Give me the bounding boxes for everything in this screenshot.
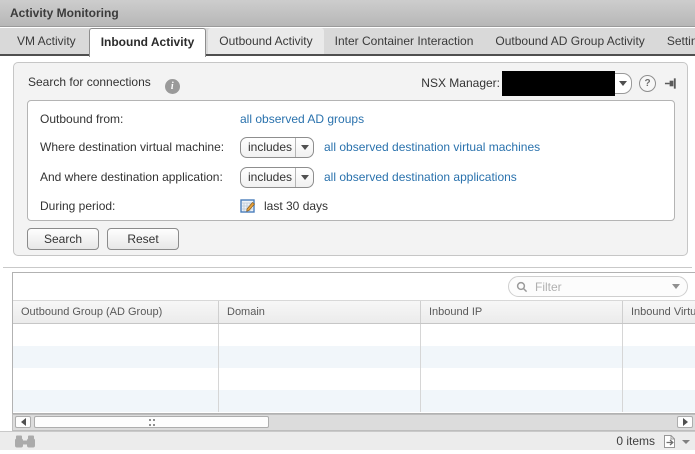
pin-icon[interactable] — [664, 76, 679, 91]
tab-strip: VM Activity Inbound Activity Outbound Ac… — [0, 28, 695, 57]
criteria-row-destination-vm: Where destination virtual machine: inclu… — [40, 135, 666, 159]
results-grid: Outbound Group (AD Group) Domain Inbound… — [12, 272, 695, 414]
horizontal-scrollbar[interactable] — [12, 414, 695, 431]
destination-vm-operator-select[interactable]: includes — [240, 136, 314, 158]
nsx-manager-dropdown-button[interactable] — [613, 73, 631, 93]
page-title: Activity Monitoring — [10, 6, 119, 20]
grid-toolbar — [13, 273, 695, 300]
binoculars-find-icon[interactable] — [14, 434, 36, 453]
export-dropdown-icon[interactable] — [682, 440, 690, 444]
scroll-left-button[interactable] — [15, 416, 31, 428]
destination-vm-operator-value: includes — [248, 140, 293, 154]
tab-outbound-activity[interactable]: Outbound Activity — [208, 28, 324, 54]
outbound-from-link[interactable]: all observed AD groups — [240, 112, 364, 126]
tab-settings[interactable]: Settings — [656, 28, 695, 54]
period-label: During period: — [40, 199, 116, 213]
panel-divider — [3, 267, 692, 268]
scroll-right-button[interactable] — [677, 416, 693, 428]
info-icon[interactable]: i — [164, 79, 180, 94]
tab-outbound-ad-group-activity[interactable]: Outbound AD Group Activity — [484, 28, 655, 54]
filter-input[interactable] — [533, 278, 672, 295]
table-row — [13, 368, 695, 390]
search-icon — [516, 281, 528, 292]
tab-inter-container-interaction[interactable]: Inter Container Interaction — [324, 28, 485, 54]
period-value: last 30 days — [264, 199, 329, 213]
destination-vm-link[interactable]: all observed destination virtual machine… — [324, 140, 540, 154]
redaction-overlay — [502, 70, 615, 96]
search-panel-header: Search for connections i NSX Manager: ? — [28, 70, 679, 96]
nsx-manager-group: NSX Manager: ? — [421, 70, 679, 96]
scrollbar-thumb[interactable] — [34, 416, 269, 428]
column-header-outbound-group[interactable]: Outbound Group (AD Group) — [13, 301, 219, 323]
grid-header-row: Outbound Group (AD Group) Domain Inbound… — [13, 300, 695, 324]
nsx-manager-select[interactable] — [502, 70, 632, 96]
chevron-down-icon — [295, 167, 313, 187]
column-header-domain[interactable]: Domain — [219, 301, 421, 323]
arrow-left-icon — [20, 418, 26, 426]
export-icon[interactable] — [662, 434, 677, 454]
search-connections-panel: Search for connections i NSX Manager: ? O… — [13, 62, 688, 256]
destination-app-operator-value: includes — [248, 170, 293, 184]
search-criteria-box: Outbound from: all observed AD groups Wh… — [27, 100, 675, 221]
reset-button[interactable]: Reset — [107, 228, 179, 250]
calendar-edit-icon[interactable] — [240, 198, 256, 214]
tab-inbound-activity[interactable]: Inbound Activity — [88, 28, 207, 57]
status-bar: 0 items — [0, 431, 695, 450]
arrow-right-icon — [682, 418, 688, 426]
criteria-row-destination-app: And where destination application: inclu… — [40, 165, 666, 189]
tab-vm-activity[interactable]: VM Activity — [6, 28, 87, 54]
filter-box[interactable] — [508, 276, 688, 297]
filter-dropdown-icon[interactable] — [672, 284, 680, 289]
destination-app-link[interactable]: all observed destination applications — [324, 170, 517, 184]
chevron-down-icon — [618, 80, 627, 86]
table-row — [13, 324, 695, 346]
criteria-row-outbound-from: Outbound from: all observed AD groups — [40, 107, 666, 131]
destination-app-operator-select[interactable]: includes — [240, 166, 314, 188]
search-panel-title: Search for connections — [28, 75, 151, 89]
search-button[interactable]: Search — [27, 228, 99, 250]
column-header-inbound-virtual-machine[interactable]: Inbound Virtual Machine — [623, 301, 695, 323]
destination-vm-label: Where destination virtual machine: — [40, 140, 225, 154]
criteria-row-period: During period: last 30 days — [40, 194, 666, 218]
destination-app-label: And where destination application: — [40, 170, 223, 184]
grip-icon — [148, 418, 155, 426]
outbound-from-label: Outbound from: — [40, 112, 124, 126]
nsx-manager-label: NSX Manager: — [421, 76, 500, 90]
help-icon[interactable]: ? — [639, 74, 656, 92]
items-count: 0 items — [616, 434, 655, 448]
chevron-down-icon — [295, 137, 313, 157]
table-row — [13, 390, 695, 412]
grid-body — [13, 324, 695, 412]
window-title-bar: Activity Monitoring — [0, 0, 695, 27]
column-header-inbound-ip[interactable]: Inbound IP — [421, 301, 623, 323]
table-row — [13, 346, 695, 368]
